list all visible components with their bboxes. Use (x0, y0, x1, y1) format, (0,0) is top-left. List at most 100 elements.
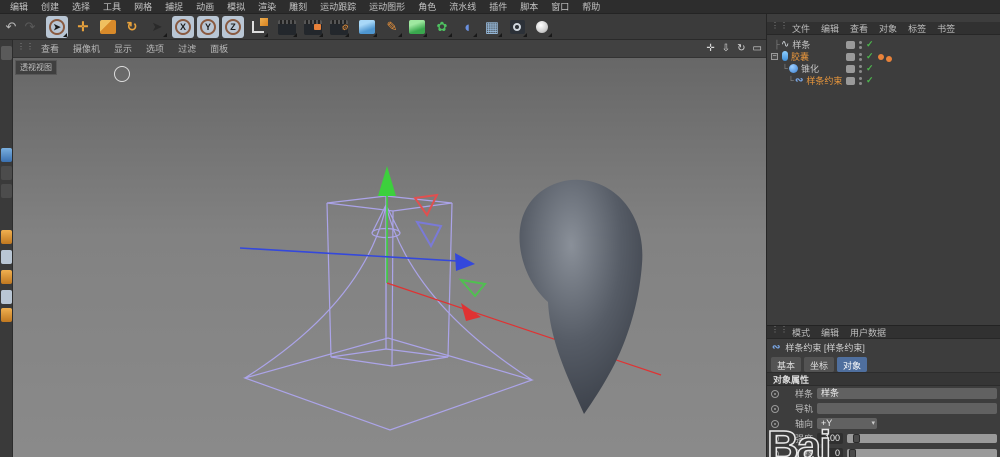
keyframe-dot-icon[interactable] (771, 420, 779, 428)
menu-mesh[interactable]: 网格 (134, 0, 152, 13)
am-menu-userdata[interactable]: 用户数据 (850, 326, 886, 339)
menu-help[interactable]: 帮助 (582, 0, 600, 13)
om-menu-bookmarks[interactable]: 书签 (937, 22, 955, 35)
enabled-check-icon[interactable]: ✓ (866, 39, 874, 50)
environment-icon[interactable]: ◖ (456, 16, 478, 38)
panel-grip-icon[interactable]: ⋮⋮ (771, 327, 781, 337)
am-menu-mode[interactable]: 模式 (792, 326, 810, 339)
mode-icon[interactable] (1, 290, 12, 304)
keyframe-dot-icon[interactable] (771, 450, 779, 457)
add-primitive-cube-icon[interactable] (356, 16, 378, 38)
om-menu-view[interactable]: 查看 (850, 22, 868, 35)
tab-basic[interactable]: 基本 (771, 357, 801, 372)
menu-plugins[interactable]: 插件 (489, 0, 507, 13)
render-view-icon[interactable] (276, 16, 298, 38)
menu-window[interactable]: 窗口 (551, 0, 569, 13)
scale-tool-icon[interactable] (97, 16, 119, 38)
lock-x-axis-icon[interactable]: X (172, 16, 194, 38)
toggle-view-icon[interactable]: ▭ (753, 43, 762, 54)
axis-dropdown[interactable]: +Y (817, 418, 877, 429)
visibility-dots-icon[interactable] (859, 65, 862, 73)
om-menu-file[interactable]: 文件 (792, 22, 810, 35)
tree-row-spline[interactable]: ├ ∿ 样条 ✓ (767, 38, 1000, 50)
tree-row-spline-wrap[interactable]: └ ∾ 样条约束 ✓ (767, 74, 1000, 86)
tree-row-taper[interactable]: └ 锥化 ✓ (767, 62, 1000, 74)
spline-link-field[interactable]: 样条 (817, 388, 997, 399)
menu-script[interactable]: 脚本 (520, 0, 538, 13)
enabled-check-icon[interactable]: ✓ (866, 75, 874, 86)
keyframe-dot-icon[interactable] (771, 390, 779, 398)
visibility-dots-icon[interactable] (859, 53, 862, 61)
move-tool-icon[interactable]: ✛ (72, 16, 94, 38)
lock-z-axis-icon[interactable]: Z (222, 16, 244, 38)
vp-menu-options[interactable]: 选项 (146, 42, 164, 55)
vp-menu-filter[interactable]: 过滤 (178, 42, 196, 55)
enabled-check-icon[interactable]: ✓ (866, 63, 874, 74)
layer-icon[interactable] (846, 77, 855, 85)
layer-icon[interactable] (846, 65, 855, 73)
mode-icon[interactable] (1, 166, 12, 180)
om-menu-tags[interactable]: 标签 (908, 22, 926, 35)
menu-simulate[interactable]: 模拟 (227, 0, 245, 13)
vp-menu-view[interactable]: 查看 (41, 42, 59, 55)
light-icon[interactable] (531, 16, 553, 38)
redo-icon[interactable]: ↷ (19, 16, 41, 38)
lock-y-axis-icon[interactable]: Y (197, 16, 219, 38)
vp-menu-panel[interactable]: 面板 (210, 42, 228, 55)
mode-icon[interactable] (1, 148, 12, 162)
rotate-tool-icon[interactable]: ↻ (121, 16, 143, 38)
tag-icon[interactable] (878, 54, 884, 60)
coordinate-system-icon[interactable] (247, 16, 269, 38)
visibility-dots-icon[interactable] (859, 77, 862, 85)
menu-tools[interactable]: 工具 (103, 0, 121, 13)
menu-create[interactable]: 创建 (41, 0, 59, 13)
last-tool-icon[interactable]: ➤ (146, 16, 168, 38)
offset-slider[interactable] (847, 449, 997, 457)
om-menu-object[interactable]: 对象 (879, 22, 897, 35)
enabled-check-icon[interactable]: ✓ (866, 51, 874, 62)
live-selection-icon[interactable]: ➤ (46, 16, 68, 38)
keyframe-dot-icon[interactable] (771, 405, 779, 413)
pan-view-icon[interactable]: ✛ (706, 43, 714, 54)
tag-icon[interactable] (886, 56, 892, 62)
zoom-view-icon[interactable]: ⇩ (722, 43, 730, 54)
tree-row-capsule[interactable]: − 胶囊 ✓ (767, 50, 1000, 62)
render-settings-icon[interactable]: ⚙ (328, 16, 350, 38)
menu-animate[interactable]: 动画 (196, 0, 214, 13)
camera-icon[interactable] (506, 16, 528, 38)
menu-motion-tracker[interactable]: 运动跟踪 (320, 0, 356, 13)
offset-input[interactable]: 0 (817, 448, 843, 457)
subdivision-surface-icon[interactable] (406, 16, 428, 38)
menu-character[interactable]: 角色 (418, 0, 436, 13)
om-menu-edit[interactable]: 编辑 (821, 22, 839, 35)
visibility-dots-icon[interactable] (859, 41, 862, 49)
mograph-array-icon[interactable]: ✿ (431, 16, 453, 38)
vp-menu-camera[interactable]: 摄像机 (73, 42, 100, 55)
spline-pen-icon[interactable]: ✎ (381, 16, 403, 38)
strength-slider[interactable] (847, 434, 997, 443)
menu-mograph[interactable]: 运动图形 (369, 0, 405, 13)
rotate-view-icon[interactable]: ↻ (737, 43, 745, 54)
tab-coordinates[interactable]: 坐标 (804, 357, 834, 372)
mode-icon[interactable] (1, 46, 12, 60)
keyframe-dot-icon[interactable] (771, 435, 779, 443)
rail-link-field[interactable] (817, 403, 997, 414)
layer-icon[interactable] (846, 41, 855, 49)
mode-icon[interactable] (1, 250, 12, 264)
am-menu-edit[interactable]: 编辑 (821, 326, 839, 339)
mode-icon[interactable] (1, 308, 12, 322)
menu-pipeline[interactable]: 流水线 (449, 0, 476, 13)
perspective-viewport[interactable]: ⋮⋮ 查看 摄像机 显示 选项 过滤 面板 ✛ ⇩ ↻ ▭ 透视视图 (13, 40, 766, 457)
menu-edit[interactable]: 编辑 (10, 0, 28, 13)
strength-input[interactable]: 100 (817, 433, 843, 444)
menu-select[interactable]: 选择 (72, 0, 90, 13)
vp-menu-display[interactable]: 显示 (114, 42, 132, 55)
menu-render[interactable]: 渲染 (258, 0, 276, 13)
floor-icon[interactable]: ▦ (481, 16, 503, 38)
render-region-icon[interactable] (302, 16, 324, 38)
mode-icon[interactable] (1, 230, 12, 244)
panel-grip-icon[interactable]: ⋮⋮ (771, 23, 781, 33)
mode-icon[interactable] (1, 270, 12, 284)
mode-icon[interactable] (1, 184, 12, 198)
panel-grip-icon[interactable]: ⋮⋮ (17, 44, 27, 54)
